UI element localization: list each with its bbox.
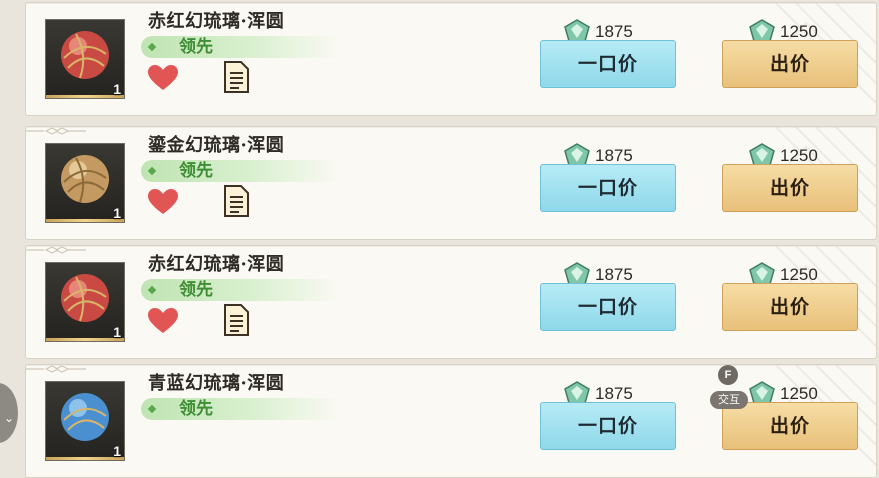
item-quantity: 1 <box>113 205 121 221</box>
document-icon[interactable] <box>223 61 249 93</box>
heart-icon[interactable] <box>148 65 178 91</box>
bid-price-value: 1250 <box>780 265 818 284</box>
item-name: 青蓝幻琉璃·浑圆 <box>148 373 285 394</box>
document-icon[interactable] <box>223 304 249 336</box>
diamond-icon <box>147 42 157 52</box>
item-name: 赤红幻琉璃·浑圆 <box>148 254 285 275</box>
item-thumbnail[interactable]: 1 <box>45 381 125 461</box>
diamond-icon <box>147 404 157 414</box>
status-badge: 领先 <box>141 160 341 182</box>
listing-card: 1 赤红幻琉璃·浑圆 领先 1875 1250 一口价 出价 <box>25 245 877 359</box>
item-thumbnail[interactable]: 1 <box>45 262 125 342</box>
listing-card: 1 鎏金幻琉璃·浑圆 领先 1875 1250 一口价 出价 <box>25 126 877 240</box>
buyout-button[interactable]: 一口价 <box>540 402 676 450</box>
diamond-icon <box>147 285 157 295</box>
status-text: 领先 <box>179 161 213 181</box>
buyout-button[interactable]: 一口价 <box>540 283 676 331</box>
status-badge: 领先 <box>141 279 341 301</box>
hotkey-hint: F <box>718 365 738 385</box>
bid-button[interactable]: 出价 <box>722 283 858 331</box>
document-icon[interactable] <box>223 185 249 217</box>
buyout-price-value: 1875 <box>595 384 633 403</box>
buyout-price-value: 1875 <box>595 22 633 41</box>
buyout-button[interactable]: 一口价 <box>540 164 676 212</box>
item-thumbnail[interactable]: 1 <box>45 143 125 223</box>
status-badge: 领先 <box>141 36 341 58</box>
status-badge: 领先 <box>141 398 341 420</box>
buyout-price-value: 1875 <box>595 146 633 165</box>
status-text: 领先 <box>179 280 213 300</box>
bid-button[interactable]: 出价 <box>722 40 858 88</box>
item-name: 赤红幻琉璃·浑圆 <box>148 11 285 32</box>
item-name: 鎏金幻琉璃·浑圆 <box>148 135 285 156</box>
orb-item-icon <box>61 274 109 322</box>
bid-price-value: 1250 <box>780 384 818 403</box>
header-ornament <box>26 127 86 135</box>
status-text: 领先 <box>179 37 213 57</box>
auction-listing-list: 1 赤红幻琉璃·浑圆 领先 1875 1250 一口价 出价 1 鎏金幻琉璃·浑… <box>0 0 879 478</box>
item-thumbnail[interactable]: 1 <box>45 19 125 99</box>
interact-button[interactable]: 交互 <box>710 391 748 409</box>
bid-button[interactable]: 出价 <box>722 402 858 450</box>
bid-price-value: 1250 <box>780 146 818 165</box>
heart-icon[interactable] <box>148 308 178 334</box>
buyout-button[interactable]: 一口价 <box>540 40 676 88</box>
item-quantity: 1 <box>113 81 121 97</box>
status-text: 领先 <box>179 399 213 419</box>
diamond-icon <box>147 166 157 176</box>
heart-icon[interactable] <box>148 189 178 215</box>
bid-button[interactable]: 出价 <box>722 164 858 212</box>
orb-item-icon <box>61 31 109 79</box>
orb-item-icon <box>61 393 109 441</box>
header-ornament <box>26 365 86 373</box>
bid-price-value: 1250 <box>780 22 818 41</box>
header-ornament <box>26 246 86 254</box>
item-quantity: 1 <box>113 324 121 340</box>
buyout-price-value: 1875 <box>595 265 633 284</box>
listing-card: 1 青蓝幻琉璃·浑圆 领先 1875 1250 一口价 出价 <box>25 364 877 478</box>
listing-card: 1 赤红幻琉璃·浑圆 领先 1875 1250 一口价 出价 <box>25 2 877 116</box>
orb-item-icon <box>61 155 109 203</box>
item-quantity: 1 <box>113 443 121 459</box>
